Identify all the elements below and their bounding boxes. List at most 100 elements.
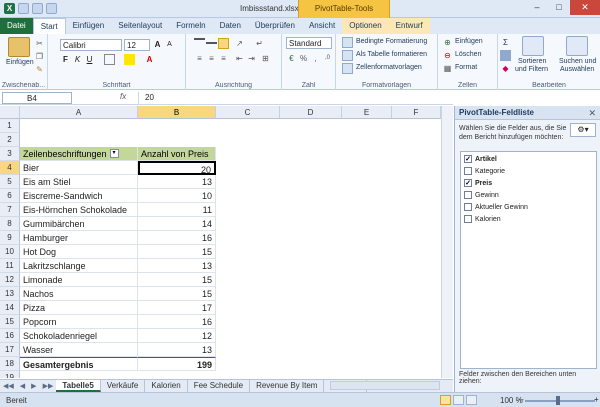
next-sheet-icon[interactable]: ▶ [28, 382, 39, 390]
sheet-tab-fee-schedule[interactable]: Fee Schedule [188, 380, 251, 392]
row-header[interactable]: 17 [0, 343, 20, 357]
sort-filter-button-line2[interactable]: und Filtern [515, 66, 548, 73]
sort-filter-button[interactable]: Sortieren [518, 58, 546, 65]
align-right-icon[interactable]: ≡ [218, 53, 229, 64]
filter-dropdown-icon[interactable]: ▾ [109, 149, 119, 159]
pivot-row-label[interactable]: Lakritzschlange [20, 259, 138, 273]
tab-page-layout[interactable]: Seitenlayout [111, 18, 169, 34]
column-header-e[interactable]: E [342, 106, 392, 119]
insert-cells-icon[interactable]: ⊕ [442, 37, 453, 48]
active-cell[interactable]: 20 [138, 161, 216, 175]
column-header-b[interactable]: B [138, 106, 216, 119]
row-header[interactable]: 7 [0, 203, 20, 217]
first-sheet-icon[interactable]: ◀◀ [0, 382, 17, 390]
pivot-row-label[interactable]: Hamburger [20, 231, 138, 245]
format-as-table-icon[interactable] [342, 50, 353, 61]
row-header[interactable]: 4 [0, 161, 20, 175]
decimal-icon[interactable]: ,0 [322, 53, 333, 64]
pivot-value[interactable]: 10 [138, 189, 216, 203]
row-header[interactable]: 2 [0, 133, 20, 147]
conditional-format-icon[interactable] [342, 37, 353, 48]
tab-formulas[interactable]: Formeln [169, 18, 212, 34]
row-header[interactable]: 9 [0, 231, 20, 245]
pivot-row-label[interactable]: Wasser [20, 343, 138, 357]
column-header-a[interactable]: A [20, 106, 138, 119]
merge-icon[interactable]: ⊞ [260, 53, 271, 64]
sheet-tab-verkaeufe[interactable]: Verkäufe [101, 380, 146, 392]
pivot-row-label[interactable]: Pizza [20, 301, 138, 315]
row-header[interactable]: 11 [0, 259, 20, 273]
sheet-tab-revenue-by-item[interactable]: Revenue By Item [250, 380, 325, 392]
minimize-button[interactable]: – [526, 0, 548, 15]
grow-font-icon[interactable]: A [152, 39, 163, 50]
format-cells-button[interactable]: Format [455, 64, 477, 71]
zoom-out-icon[interactable]: – [519, 395, 523, 404]
select-all-corner[interactable] [0, 106, 20, 119]
tab-data[interactable]: Daten [213, 18, 248, 34]
sheet-tab-tabelle5[interactable]: Tabelle5 [56, 380, 101, 392]
pivot-row-label[interactable]: Schokoladenriegel [20, 329, 138, 343]
indent-icon[interactable]: ⇤ [234, 53, 245, 64]
currency-icon[interactable]: € [286, 53, 297, 64]
normal-view-icon[interactable] [440, 395, 451, 405]
field-preis[interactable]: ✓ Preis [464, 179, 492, 187]
field-gewinn[interactable]: Gewinn [464, 191, 499, 199]
worksheet-grid[interactable]: A B C D E F 1 2 3 4 5 6 7 8 9 10 11 12 1… [0, 106, 453, 378]
percent-icon[interactable]: % [298, 53, 309, 64]
tab-review[interactable]: Überprüfen [248, 18, 302, 34]
pivot-value[interactable]: 11 [138, 203, 216, 217]
row-header[interactable]: 19 [0, 371, 20, 378]
copy-icon[interactable]: ❐ [34, 51, 45, 62]
pivot-row-label[interactable]: Limonade [20, 273, 138, 287]
thousands-icon[interactable]: , [310, 53, 321, 64]
tab-view[interactable]: Ansicht [302, 18, 342, 34]
tab-design[interactable]: Entwurf [388, 18, 430, 34]
sort-filter-icon[interactable] [522, 36, 544, 56]
row-header[interactable]: 6 [0, 189, 20, 203]
pivot-grand-total-label[interactable]: Gesamtergebnis [20, 357, 138, 371]
number-format-box[interactable]: Standard [286, 37, 332, 49]
pivot-row-label[interactable]: Hot Dog [20, 245, 138, 259]
field-aktueller-gewinn[interactable]: Aktueller Gewinn [464, 203, 528, 211]
close-panel-icon[interactable]: ✕ [588, 108, 596, 119]
zoom-in-icon[interactable]: + [594, 395, 599, 404]
checkbox-icon[interactable] [464, 167, 472, 175]
orientation-icon[interactable]: ↗ [234, 38, 245, 49]
prev-sheet-icon[interactable]: ◀ [17, 382, 28, 390]
zoom-slider[interactable] [525, 400, 595, 402]
font-color-icon[interactable]: A [144, 54, 155, 65]
panel-layout-gear-icon[interactable]: ⚙▾ [570, 123, 596, 137]
find-select-button[interactable]: Suchen und [559, 58, 596, 65]
pivot-row-label[interactable]: Gummibärchen [20, 217, 138, 231]
pivot-value[interactable]: 13 [138, 343, 216, 357]
checkbox-checked-icon[interactable]: ✓ [464, 155, 472, 163]
row-header[interactable]: 16 [0, 329, 20, 343]
checkbox-checked-icon[interactable]: ✓ [464, 179, 472, 187]
pivot-value[interactable]: 13 [138, 175, 216, 189]
pivot-row-label[interactable]: Popcorn [20, 315, 138, 329]
wrap-text-icon[interactable]: ↵ [254, 38, 265, 49]
align-center-icon[interactable]: ≡ [206, 53, 217, 64]
align-left-icon[interactable]: ≡ [194, 53, 205, 64]
font-size-box[interactable]: 12 [124, 39, 150, 51]
row-header[interactable]: 10 [0, 245, 20, 259]
field-kalorien[interactable]: Kalorien [464, 215, 501, 223]
delete-cells-icon[interactable]: ⊖ [442, 50, 453, 61]
name-box[interactable]: B4 [2, 92, 72, 104]
pivot-value[interactable]: 15 [138, 287, 216, 301]
find-select-button-line2[interactable]: Auswählen [560, 66, 594, 73]
conditional-format-button[interactable]: Bedingte Formatierung [356, 38, 427, 45]
pivot-row-label[interactable]: Eis-Hörnchen Schokolade [20, 203, 138, 217]
row-header[interactable]: 3 [0, 147, 20, 161]
vertical-scrollbar[interactable] [441, 106, 453, 378]
formula-input[interactable]: 20 [138, 92, 450, 104]
row-header[interactable]: 12 [0, 273, 20, 287]
page-break-view-icon[interactable] [466, 395, 477, 405]
pivot-value[interactable]: 16 [138, 315, 216, 329]
zoom-slider-handle[interactable] [556, 396, 560, 405]
clear-icon[interactable]: ◆ [500, 63, 511, 74]
last-sheet-icon[interactable]: ▶▶ [40, 382, 57, 390]
fill-icon[interactable] [500, 50, 511, 61]
borders-icon[interactable] [104, 54, 115, 65]
italic-icon[interactable]: K [72, 54, 83, 65]
